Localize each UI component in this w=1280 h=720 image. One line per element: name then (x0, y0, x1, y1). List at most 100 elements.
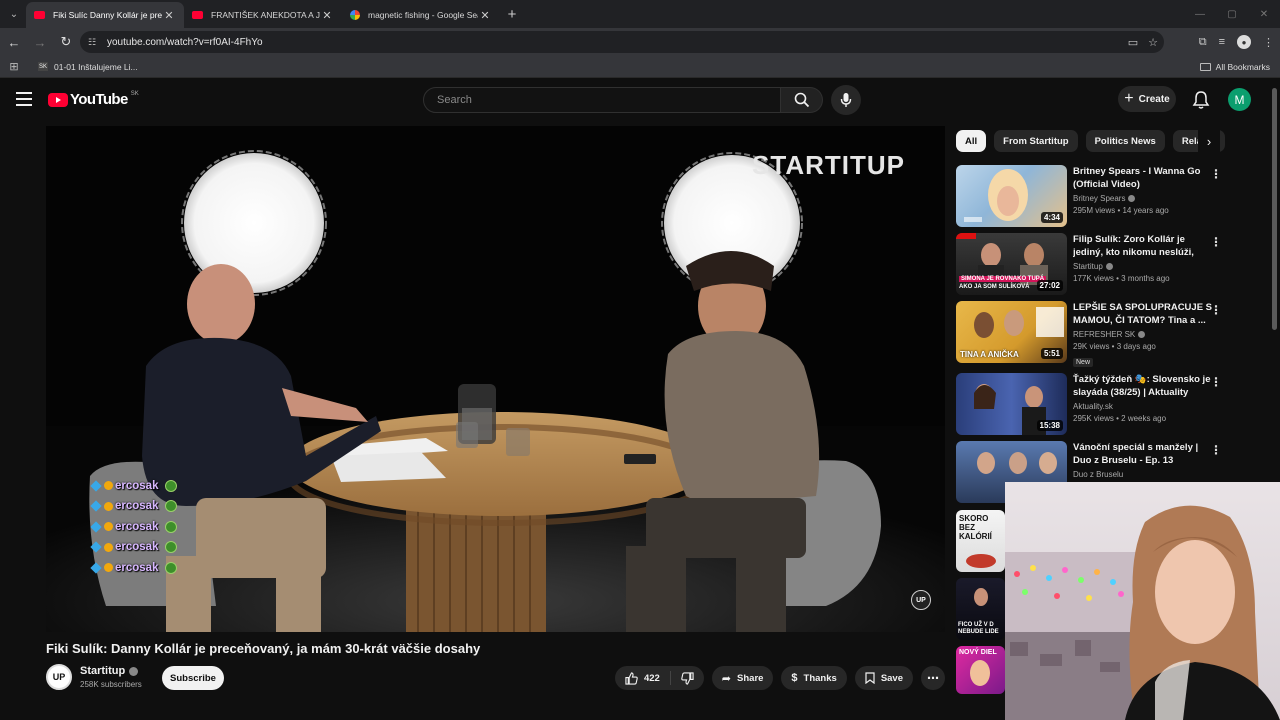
extensions-icon[interactable]: ⧉ (1199, 36, 1207, 49)
recommendations-list: 4:34 Britney Spears - I Wanna Go (Offici… (956, 165, 1226, 694)
kebab-menu-icon[interactable]: ⋮ (1210, 303, 1222, 317)
gold-badge-icon (104, 542, 113, 552)
menu-icon[interactable]: ⋮ (1263, 36, 1274, 49)
channel-name: Startitup (80, 665, 126, 677)
chip-from-channel[interactable]: From Startitup (994, 130, 1078, 152)
voice-search-button[interactable] (831, 85, 861, 115)
like-dislike-group: 422 (614, 666, 704, 690)
rec-title: Vánoční speciál s manžely | Duo z Brusel… (1073, 442, 1199, 466)
close-tab-icon[interactable]: ✕ (478, 9, 492, 22)
more-actions-icon[interactable]: ⋯ (921, 666, 945, 690)
close-tab-icon[interactable]: ✕ (320, 9, 334, 22)
recommendation-item[interactable]: 4:34 Britney Spears - I Wanna Go (Offici… (956, 165, 1226, 233)
gold-badge-icon (104, 522, 113, 532)
minimize-icon[interactable]: — (1184, 0, 1216, 28)
country-code: SK (130, 90, 139, 97)
new-badge: New (1073, 358, 1094, 367)
chat-message: ercosak (90, 560, 178, 576)
recommendation-item[interactable]: SIMONA JE ROVNAKO TUPÁ AKO JA SOM SULÍKO… (956, 233, 1226, 301)
recommendation-item[interactable]: 15:38 Ťažký týždeň 🎭: Slovensko je slayá… (956, 373, 1226, 441)
site-info-icon[interactable]: ☷ (88, 37, 100, 48)
video-thumbnail[interactable]: NOVÝ DIEL (956, 646, 1005, 694)
create-button[interactable]: + Create (1118, 86, 1176, 112)
search-input[interactable]: Search (423, 87, 781, 113)
video-thumbnail[interactable]: SKORO BEZ KALÓRIÍ (956, 510, 1005, 572)
reload-icon[interactable]: ↻ (54, 30, 78, 54)
profile-icon[interactable]: ● (1237, 35, 1251, 49)
subscribe-button[interactable]: Subscribe (162, 666, 224, 690)
channel-avatar[interactable]: UP (46, 664, 72, 690)
youtube-play-icon (48, 92, 68, 107)
rec-stats: 295M views • 14 years ago (1073, 206, 1169, 215)
thumbnail-text: FICO UŽ V D NEBUDE LIDE (958, 622, 999, 635)
food-graphic (966, 554, 996, 568)
bookmark-favicon-icon: SK (38, 62, 48, 71)
cast-icon[interactable]: ▭ (1128, 36, 1138, 49)
tab-2[interactable]: magnetic fishing - Google Sear... ✕ (342, 2, 500, 28)
recommendation-item[interactable]: TINA A ANIČKA 5:51 LEPŠIE SA SPOLUPRACUJ… (956, 301, 1226, 369)
channel-name-link[interactable]: Startitup (80, 665, 139, 677)
chat-message: ercosak (90, 499, 178, 515)
youtube-logo[interactable]: YouTube SK (48, 91, 139, 108)
video-player[interactable]: STARTITUP UP ercosak ercosak ercosak erc… (46, 126, 945, 632)
chip-politics-news[interactable]: Politics News (1085, 130, 1165, 152)
webcam-overlay (1005, 482, 1280, 720)
create-label: Create (1138, 93, 1170, 105)
gold-badge-icon (104, 563, 113, 573)
page-scrollbar[interactable] (1272, 88, 1277, 330)
kebab-menu-icon[interactable]: ⋮ (1210, 235, 1222, 249)
browser-tab-bar: ⌄ Fiki Sulíc Danny Kollár je prece... ✕ … (0, 0, 1280, 28)
kebab-menu-icon[interactable]: ⋮ (1210, 167, 1222, 181)
dislike-button[interactable] (671, 666, 704, 690)
tab-1[interactable]: FRANTIŠEK ANEKDOTA A JEHO... ✕ (184, 2, 342, 28)
bookmark-label: 01-01 Inštalujeme Li... (54, 61, 138, 72)
duration-badge: 4:34 (1040, 212, 1063, 223)
back-icon[interactable]: ← (2, 30, 26, 54)
maximize-icon[interactable]: ▢ (1216, 0, 1248, 28)
thanks-button[interactable]: $ Thanks (781, 666, 847, 690)
thumbnail-text: TINA A ANIČKA (960, 350, 1019, 359)
notifications-bell-icon[interactable] (1192, 90, 1210, 110)
search-button[interactable] (781, 87, 823, 113)
diamond-badge-icon (90, 541, 102, 553)
forward-icon[interactable]: → (28, 30, 52, 54)
emote-icon (165, 479, 178, 492)
chat-message: ercosak (90, 478, 178, 494)
close-tab-icon[interactable]: ✕ (162, 9, 176, 22)
video-thumbnail[interactable]: 4:34 (956, 165, 1067, 227)
rec-title: LEPŠIE SA SPOLUPRACUJE S MAMOU, ČI TATOM… (1073, 302, 1213, 326)
chat-username: ercosak (115, 541, 159, 554)
all-bookmarks[interactable]: All Bookmarks (1199, 56, 1270, 78)
bookmark-star-icon[interactable]: ☆ (1148, 36, 1158, 49)
thumbnail-text-top: SIMONA JE ROVNAKO TUPÁ (959, 276, 1047, 282)
account-avatar[interactable]: M (1228, 88, 1251, 111)
thumbnail-text: SKORO BEZ KALÓRIÍ (959, 514, 992, 541)
new-tab-icon[interactable]: + (500, 6, 524, 23)
video-actions: 422 ➦ Share $ Thanks Save ⋯ (614, 666, 945, 690)
channel-watermark-badge[interactable]: UP (911, 590, 931, 610)
video-thumbnail[interactable]: FICO UŽ V D NEBUDE LIDE (956, 578, 1005, 640)
kebab-menu-icon[interactable]: ⋮ (1210, 375, 1222, 389)
apps-grid-icon[interactable]: ⊞ (0, 60, 28, 73)
bookmark-item[interactable]: SK 01-01 Inštalujeme Li... (38, 62, 138, 72)
thumbnail-text: NOVÝ DIEL (959, 649, 997, 656)
video-thumbnail[interactable]: TINA A ANIČKA 5:51 (956, 301, 1067, 363)
like-button[interactable]: 422 (615, 666, 670, 690)
tab-title: Fiki Sulíc Danny Kollár je prece... (53, 10, 162, 20)
media-icon[interactable]: ≡ (1219, 36, 1225, 48)
tab-0[interactable]: Fiki Sulíc Danny Kollár je prece... ✕ (26, 2, 184, 28)
kebab-menu-icon[interactable]: ⋮ (1210, 443, 1222, 457)
video-title: Fiki Sulík: Danny Kollár je preceňovaný,… (46, 641, 481, 656)
chip-all[interactable]: All (956, 130, 987, 152)
video-thumbnail[interactable]: 15:38 (956, 373, 1067, 435)
close-window-icon[interactable]: ✕ (1248, 0, 1280, 28)
thanks-label: Thanks (803, 672, 837, 684)
video-thumbnail[interactable]: SIMONA JE ROVNAKO TUPÁ AKO JA SOM SULÍKO… (956, 233, 1067, 295)
share-button[interactable]: ➦ Share (711, 666, 774, 690)
save-button[interactable]: Save (854, 666, 913, 690)
address-bar[interactable]: ☷ youtube.com/watch?v=rf0AI-4FhYo ▭ ☆ (80, 31, 1164, 53)
tab-search-icon[interactable]: ⌄ (2, 2, 26, 26)
chevron-right-icon[interactable]: › (1198, 130, 1220, 152)
hamburger-menu-icon[interactable] (16, 92, 32, 106)
diamond-badge-icon (90, 500, 102, 512)
